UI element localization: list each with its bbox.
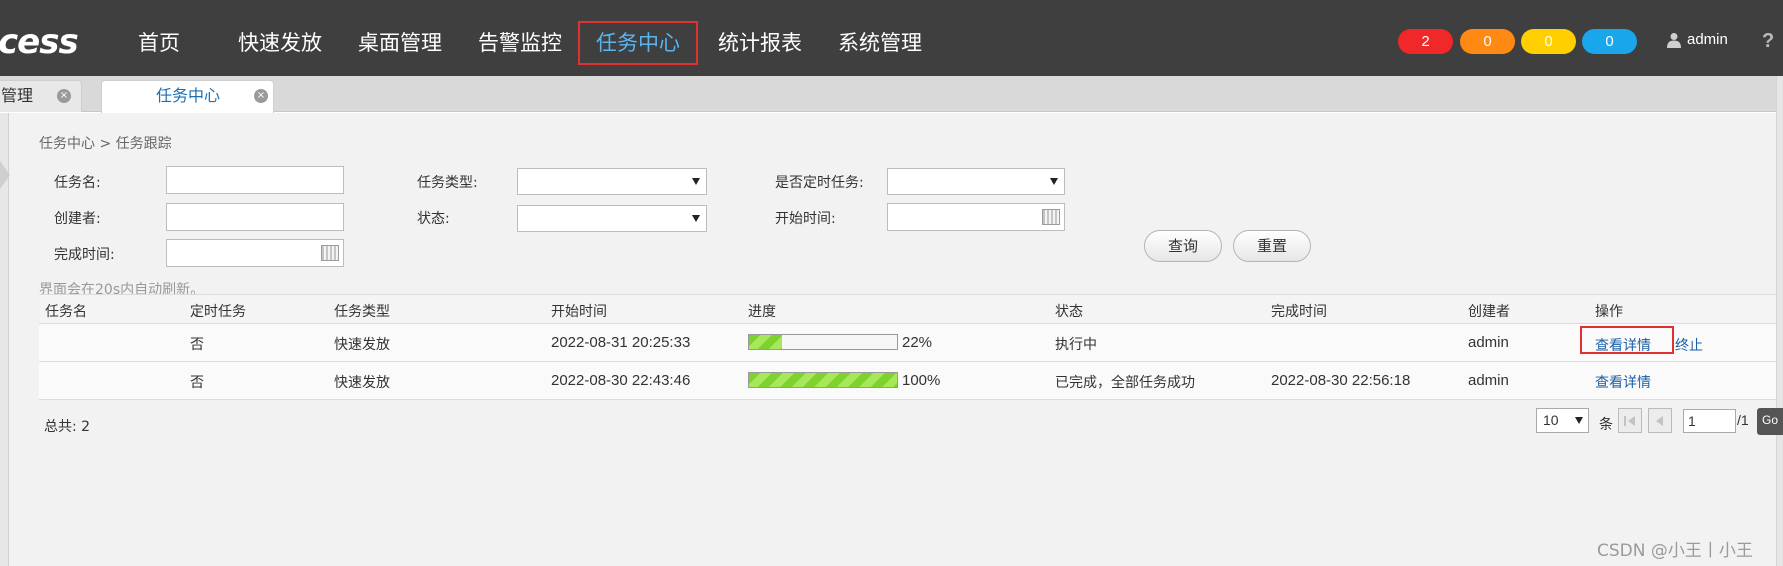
column-header: 定时任务	[190, 304, 246, 320]
start-time-input[interactable]	[887, 203, 1065, 231]
start-time-label: 开始时间:	[775, 211, 836, 227]
column-header: 任务类型	[334, 304, 390, 320]
status-select[interactable]	[517, 205, 707, 232]
help-icon[interactable]: ?	[1762, 30, 1774, 53]
task-type-label: 任务类型:	[417, 175, 478, 191]
highlight-box	[1580, 326, 1674, 354]
page-size-unit: 条	[1599, 417, 1613, 433]
calendar-icon[interactable]	[1042, 209, 1060, 225]
progress-fill	[749, 373, 897, 387]
progress-text: 100%	[902, 372, 941, 389]
page-size-value: 10	[1543, 412, 1559, 428]
close-icon[interactable]: ×	[57, 89, 71, 103]
watermark: CSDN @小王丨小王	[1597, 541, 1753, 561]
scheduled-cell: 否	[190, 375, 204, 391]
first-page-button[interactable]	[1618, 408, 1642, 433]
view-details-link[interactable]: 查看详情	[1595, 372, 1651, 392]
column-header: 操作	[1595, 304, 1623, 320]
breadcrumb: 任务中心 > 任务跟踪	[39, 136, 172, 152]
creator-cell: admin	[1468, 372, 1509, 389]
chevron-down-icon	[692, 215, 700, 222]
column-header: 状态	[1055, 304, 1083, 320]
tab-management[interactable]: 管理 ×	[0, 80, 82, 112]
column-header: 开始时间	[551, 304, 607, 320]
page-total: /1	[1737, 412, 1749, 428]
alert-count-minor[interactable]: 0	[1521, 29, 1576, 54]
user-icon	[1667, 32, 1681, 48]
task-name-input[interactable]	[166, 166, 344, 194]
finish-time-cell: 2022-08-30 22:56:18	[1271, 372, 1411, 389]
chevron-down-icon	[692, 178, 700, 185]
task-type-cell: 快速发放	[334, 375, 390, 391]
creator-cell: admin	[1468, 334, 1509, 351]
alert-count-warning[interactable]: 0	[1582, 29, 1637, 54]
prev-page-button[interactable]	[1648, 408, 1672, 433]
nav-home[interactable]: 首页	[138, 22, 180, 64]
page-number-input[interactable]: 1	[1683, 409, 1736, 433]
top-nav-bar: cess 首页 快速发放 桌面管理 告警监控 任务中心 统计报表 系统管理 2 …	[0, 0, 1783, 76]
username: admin	[1687, 31, 1728, 48]
creator-label: 创建者:	[54, 211, 101, 227]
finish-time-input[interactable]	[166, 239, 344, 267]
column-header: 完成时间	[1271, 304, 1327, 320]
task-type-cell: 快速发放	[334, 337, 390, 353]
alert-count-critical[interactable]: 2	[1398, 29, 1453, 54]
chevron-down-icon	[1050, 178, 1058, 185]
progress-bar	[748, 334, 898, 350]
close-icon[interactable]: ×	[254, 89, 268, 103]
reset-button[interactable]: 重置	[1233, 230, 1311, 262]
prev-page-icon	[1656, 416, 1663, 426]
tab-label: 任务中心	[156, 86, 221, 105]
nav-task-center[interactable]: 任务中心	[578, 21, 698, 65]
column-header: 任务名	[45, 304, 87, 320]
tab-strip: 管理 × 任务中心 ×	[0, 76, 1783, 113]
nav-alarm-monitoring[interactable]: 告警监控	[478, 22, 562, 64]
nav-desktop-management[interactable]: 桌面管理	[358, 22, 442, 64]
scheduled-select[interactable]	[887, 168, 1065, 195]
task-type-select[interactable]	[517, 168, 707, 195]
column-header: 进度	[748, 304, 776, 320]
tab-label: 管理	[1, 86, 34, 105]
progress-bar	[748, 372, 898, 388]
expand-arrow-icon[interactable]	[0, 161, 10, 189]
terminate-link[interactable]: 终止	[1675, 335, 1703, 355]
total-count: 总共: 2	[44, 419, 91, 435]
calendar-icon[interactable]	[321, 245, 339, 261]
app-logo: cess	[0, 22, 79, 62]
table-row: 否 快速发放 2022-08-30 22:43:46 100% 已完成，全部任务…	[39, 362, 1776, 400]
query-button[interactable]: 查询	[1144, 230, 1222, 262]
user-menu[interactable]: admin	[1667, 31, 1728, 48]
creator-input[interactable]	[166, 203, 344, 231]
task-name-label: 任务名:	[54, 175, 101, 191]
table-row: 否 快速发放 2022-08-31 20:25:33 22% 执行中 admin…	[39, 324, 1776, 362]
status-cell: 执行中	[1055, 337, 1097, 353]
column-header: 创建者	[1468, 304, 1510, 320]
scheduled-label: 是否定时任务:	[775, 175, 864, 191]
alert-count-major[interactable]: 0	[1460, 29, 1515, 54]
progress-fill	[749, 335, 782, 349]
finish-time-label: 完成时间:	[54, 247, 115, 263]
first-page-icon	[1624, 416, 1626, 426]
vertical-scrollbar[interactable]	[1776, 76, 1783, 566]
first-page-arrow-icon	[1628, 416, 1635, 426]
nav-statistics-reports[interactable]: 统计报表	[718, 22, 802, 64]
progress-text: 22%	[902, 334, 933, 351]
nav-quick-deploy[interactable]: 快速发放	[238, 22, 322, 64]
status-label: 状态:	[417, 211, 450, 227]
status-cell: 已完成，全部任务成功	[1055, 375, 1195, 391]
tab-task-center[interactable]: 任务中心 ×	[101, 80, 274, 113]
start-time-cell: 2022-08-31 20:25:33	[551, 334, 691, 351]
chevron-down-icon	[1575, 417, 1583, 424]
scheduled-cell: 否	[190, 337, 204, 353]
table-header: 任务名 定时任务 任务类型 开始时间 进度 状态 完成时间 创建者 操作	[39, 294, 1776, 324]
page-size-select[interactable]: 10	[1536, 408, 1589, 433]
nav-system-management[interactable]: 系统管理	[838, 22, 922, 64]
go-button[interactable]: Go	[1757, 408, 1783, 435]
start-time-cell: 2022-08-30 22:43:46	[551, 372, 691, 389]
